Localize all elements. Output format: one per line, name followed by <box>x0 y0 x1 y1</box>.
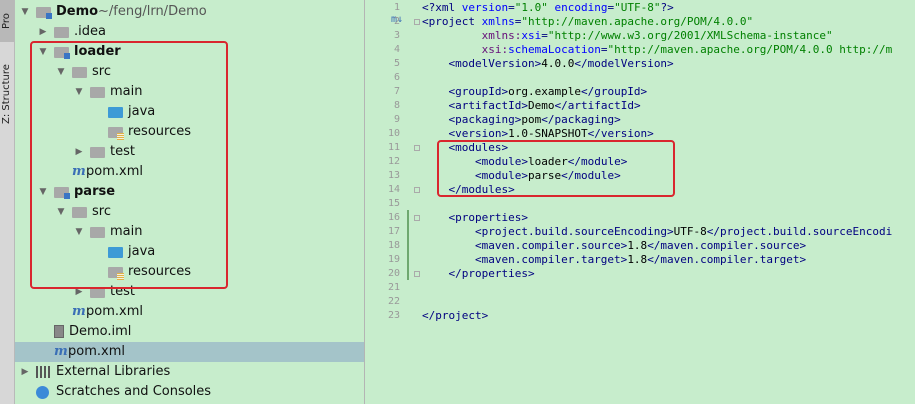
tree-item-demo[interactable]: ▼ Demo ~/feng/lrn/Demo <box>15 2 364 22</box>
chevron-right-icon[interactable]: ▶ <box>37 22 49 42</box>
code-line: <?xml version="1.0" encoding="UTF-8"?> <box>422 1 674 14</box>
code-line: <groupId>org.example</groupId> <box>422 85 648 98</box>
tree-item-ext-libs[interactable]: ▶ External Libraries <box>15 362 364 382</box>
code-line: <artifactId>Demo</artifactId> <box>422 99 641 112</box>
line-number: 14 <box>387 184 400 195</box>
change-marker <box>407 210 409 280</box>
folder-icon <box>54 27 69 38</box>
chevron-right-icon[interactable]: ▶ <box>19 362 31 382</box>
tree-item-root-pom[interactable]: m pom.xml <box>15 342 364 362</box>
highlight-box-modules-code <box>437 140 675 197</box>
tree-item-label: pom.xml <box>68 344 125 359</box>
project-path: ~/feng/lrn/Demo <box>98 4 207 19</box>
line-number: 16 <box>387 212 400 223</box>
code-line: <project xmlns="http://maven.apache.org/… <box>422 15 754 28</box>
tree-item-idea[interactable]: ▶ .idea <box>15 22 364 42</box>
tree-item-parse-pom[interactable]: m pom.xml <box>15 302 364 322</box>
highlight-box-modules-tree <box>30 41 228 289</box>
line-number: 7 <box>393 86 400 97</box>
libraries-icon <box>36 366 50 378</box>
line-number: 2 <box>393 16 400 27</box>
line-number: 17 <box>387 226 400 237</box>
structure-tool-tab[interactable]: Z: Structure <box>0 54 14 134</box>
line-number: 22 <box>387 296 400 307</box>
code-line: <modelVersion>4.0.0</modelVersion> <box>422 57 674 70</box>
tree-item-label: External Libraries <box>56 364 171 379</box>
tree-item-scratches[interactable]: Scratches and Consoles <box>15 382 364 402</box>
code-line: <version>1.0-SNAPSHOT</version> <box>422 127 654 140</box>
code-editor[interactable]: m↓ 1 2 3 4 5 6 7 8 9 10 11 12 13 14 15 16 17 18 19 20 21 22 23… <box>365 0 915 404</box>
line-number: 9 <box>393 114 400 125</box>
tree-item-label: pom.xml <box>86 304 143 319</box>
fold-marker-icon[interactable] <box>414 271 420 277</box>
line-number: 5 <box>393 58 400 69</box>
fold-marker-icon[interactable] <box>414 145 420 151</box>
tree-item-label: Scratches and Consoles <box>56 384 212 399</box>
module-folder-icon <box>36 7 52 19</box>
chevron-down-icon[interactable]: ▼ <box>19 2 31 22</box>
code-line: </project> <box>422 309 489 322</box>
line-number: 23 <box>387 310 400 321</box>
maven-icon: m <box>54 344 68 359</box>
line-number: 13 <box>387 170 400 181</box>
line-number: 3 <box>393 30 400 41</box>
code-line: <project.build.sourceEncoding>UTF-8</pro… <box>422 225 893 238</box>
fold-marker-icon[interactable] <box>414 19 420 25</box>
scratches-icon <box>36 386 49 399</box>
line-number: 21 <box>387 282 400 293</box>
line-number: 18 <box>387 240 400 251</box>
line-number: 6 <box>393 72 400 83</box>
code-line: </properties> <box>422 267 535 280</box>
maven-icon: m <box>72 304 86 319</box>
line-number: 10 <box>387 128 400 139</box>
line-number: 1 <box>393 2 400 13</box>
line-gutter: m↓ 1 2 3 4 5 6 7 8 9 10 11 12 13 14 15 16 17 18 19 20 21 22 23 <box>365 0 420 404</box>
code-line: xsi:schemaLocation="http://maven.apache.… <box>481 43 893 56</box>
fold-marker-icon[interactable] <box>414 187 420 193</box>
tree-item-label: Demo.iml <box>69 324 132 339</box>
line-number: 4 <box>393 44 400 55</box>
code-line: <maven.compiler.source>1.8</maven.compil… <box>422 239 807 252</box>
line-number: 20 <box>387 268 400 279</box>
line-number: 11 <box>387 142 400 153</box>
code-line: <properties> <box>422 211 528 224</box>
code-line: <packaging>pom</packaging> <box>422 113 621 126</box>
line-number: 15 <box>387 198 400 209</box>
fold-marker-icon[interactable] <box>414 215 420 221</box>
tree-item-label: Demo <box>56 4 99 19</box>
code-line: <maven.compiler.target>1.8</maven.compil… <box>422 253 807 266</box>
line-number: 8 <box>393 100 400 111</box>
code-line: xmlns:xsi="http://www.w3.org/2001/XMLSch… <box>481 29 833 42</box>
project-tool-tab[interactable]: Pro <box>0 0 14 42</box>
tree-item-label: .idea <box>74 24 106 39</box>
tree-item-demo-iml[interactable]: Demo.iml <box>15 322 364 342</box>
line-number: 12 <box>387 156 400 167</box>
iml-file-icon <box>54 325 64 338</box>
tool-window-stripe: Pro Z: Structure <box>0 0 15 404</box>
line-number: 19 <box>387 254 400 265</box>
